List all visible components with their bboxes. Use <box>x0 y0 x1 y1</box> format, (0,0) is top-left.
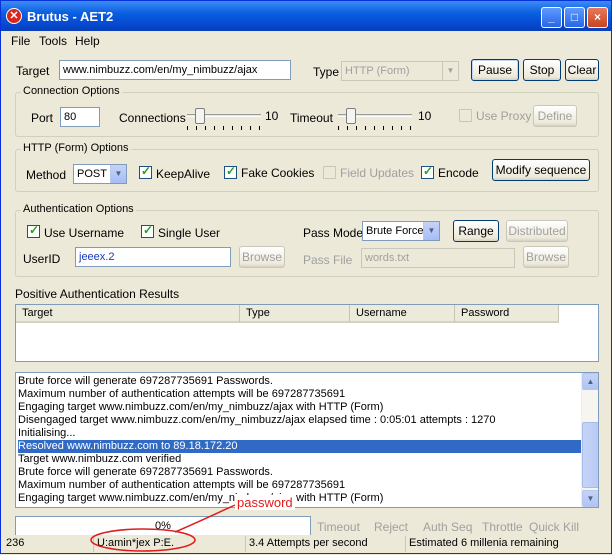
encode-checkbox[interactable] <box>421 164 434 179</box>
timeout-slider[interactable] <box>338 108 412 134</box>
method-select-value: POST <box>77 168 107 180</box>
field-updates-checkbox[interactable] <box>323 166 336 179</box>
pass-file-input[interactable]: words.txt <box>361 248 515 268</box>
range-button[interactable]: Range <box>453 220 499 242</box>
log-line: Engaging target www.nimbuzz.com/en/my_ni… <box>18 401 384 413</box>
annotation-text: password <box>235 495 295 510</box>
connection-options-title: Connection Options <box>21 85 122 97</box>
fake-cookies-checkbox[interactable] <box>224 164 237 179</box>
log-scrollbar[interactable]: ▲ ▼ <box>581 373 598 507</box>
scroll-down-icon[interactable]: ▼ <box>582 490 598 507</box>
menu-tools[interactable]: Tools <box>39 34 67 48</box>
modify-sequence-button[interactable]: Modify sequence <box>492 159 590 181</box>
menu-file[interactable]: File <box>11 34 30 48</box>
window-title: Brutus - AET2 <box>27 9 114 24</box>
scroll-up-icon[interactable]: ▲ <box>582 373 598 390</box>
userid-label: UserID <box>23 252 61 266</box>
port-input[interactable]: 80 <box>60 107 100 127</box>
log-line: Target www.nimbuzz.com verified <box>18 453 182 465</box>
pass-mode-select[interactable]: Brute Force ▼ <box>362 221 440 241</box>
method-label: Method <box>26 168 67 182</box>
timeout-value: 10 <box>418 109 432 123</box>
column-type[interactable]: Type <box>240 305 350 323</box>
brutus-app-icon: ✕ <box>6 8 22 24</box>
log-textbox[interactable]: Brute force will generate 697287735691 P… <box>15 372 599 508</box>
connections-slider[interactable] <box>187 108 261 134</box>
menu-bar: File Tools Help <box>1 31 611 51</box>
chevron-down-icon: ▼ <box>110 165 126 183</box>
type-select-value: HTTP (Form) <box>345 65 410 77</box>
connections-slider-thumb[interactable] <box>195 108 205 124</box>
clear-button[interactable]: Clear <box>565 59 599 81</box>
title-bar[interactable]: ✕ Brutus - AET2 _ □ × <box>1 1 611 31</box>
authentication-options-title: Authentication Options <box>21 203 136 215</box>
target-label: Target <box>16 64 50 78</box>
stop-button[interactable]: Stop <box>523 59 561 81</box>
field-updates-label: Field Updates <box>340 166 415 180</box>
userid-input[interactable]: jeeex.2 <box>75 247 231 267</box>
target-input[interactable]: www.nimbuzz.com/en/my_nimbuzz/ajax <box>59 60 291 80</box>
http-options-title: HTTP (Form) Options <box>21 142 131 154</box>
status-count: 236 <box>6 537 25 549</box>
keepalive-label: KeepAlive <box>156 167 211 181</box>
type-label: Type <box>313 65 340 79</box>
browse-userid-button[interactable]: Browse <box>239 246 285 268</box>
chevron-down-icon: ▼ <box>442 62 458 80</box>
throttle-button[interactable]: Throttle <box>482 520 523 534</box>
distributed-button[interactable]: Distributed <box>506 220 568 242</box>
log-line: Maximum number of authentication attempt… <box>18 479 346 491</box>
column-username[interactable]: Username <box>350 305 455 323</box>
close-button[interactable]: × <box>587 7 608 28</box>
single-user-label: Single User <box>158 226 221 240</box>
chevron-down-icon: ▼ <box>423 222 439 240</box>
quick-kill-button[interactable]: Quick Kill <box>529 520 579 534</box>
keepalive-checkbox[interactable] <box>139 164 152 179</box>
browse-passfile-button[interactable]: Browse <box>523 246 569 268</box>
log-line: Brute force will generate 697287735691 P… <box>18 466 273 478</box>
timeout-button[interactable]: Timeout <box>317 520 360 534</box>
progress-percent: 0% <box>155 520 171 532</box>
timeout-label: Timeout <box>290 111 333 125</box>
column-target[interactable]: Target <box>16 305 240 323</box>
results-listview[interactable]: Target Type Username Password <box>15 304 599 362</box>
status-estimate: Estimated 6 millenia remaining <box>405 536 605 552</box>
minimize-button[interactable]: _ <box>541 7 562 28</box>
log-line: Resolved www.nimbuzz.com to 89.18.172.20 <box>18 440 582 453</box>
define-button[interactable]: Define <box>533 105 577 127</box>
connections-value: 10 <box>265 109 279 123</box>
log-line: Disengaged target www.nimbuzz.com/en/my_… <box>18 414 496 426</box>
timeout-slider-thumb[interactable] <box>346 108 356 124</box>
use-username-checkbox[interactable] <box>27 223 40 238</box>
fake-cookies-label: Fake Cookies <box>241 166 315 180</box>
auth-seq-button[interactable]: Auth Seq <box>423 520 472 534</box>
results-title: Positive Authentication Results <box>15 287 180 301</box>
use-proxy-label: Use Proxy <box>476 109 532 123</box>
pass-mode-select-value: Brute Force <box>366 225 424 237</box>
reject-button[interactable]: Reject <box>374 520 408 534</box>
status-bar: 236 U:amin*jex P:E. 3.4 Attempts per sec… <box>1 535 611 553</box>
use-username-label: Use Username <box>44 226 125 240</box>
single-user-checkbox[interactable] <box>141 223 154 238</box>
menu-help[interactable]: Help <box>75 34 100 48</box>
encode-label: Encode <box>438 166 479 180</box>
use-proxy-checkbox[interactable] <box>459 109 472 122</box>
log-line: Brute force will generate 697287735691 P… <box>18 375 273 387</box>
status-rate: 3.4 Attempts per second <box>245 536 403 552</box>
pause-button[interactable]: Pause <box>471 59 519 81</box>
log-line: Engaging target www.nimbuzz.com/en/my_ni… <box>18 492 384 504</box>
log-line: Maximum number of authentication attempt… <box>18 388 346 400</box>
method-select[interactable]: POST ▼ <box>73 164 127 184</box>
status-current-credentials: U:amin*jex P:E. <box>93 536 243 552</box>
pass-file-label: Pass File <box>303 253 353 267</box>
type-select[interactable]: HTTP (Form) ▼ <box>341 61 459 81</box>
brutus-window: ✕ Brutus - AET2 _ □ × File Tools Help Ta… <box>0 0 612 554</box>
log-line: Initialising... <box>18 427 76 439</box>
maximize-button[interactable]: □ <box>564 7 585 28</box>
pass-mode-label: Pass Mode <box>303 226 364 240</box>
connections-label: Connections <box>119 111 186 125</box>
port-label: Port <box>31 111 54 125</box>
scroll-thumb[interactable] <box>582 422 598 488</box>
progress-bar: 0% <box>15 516 311 536</box>
column-password[interactable]: Password <box>455 305 559 323</box>
